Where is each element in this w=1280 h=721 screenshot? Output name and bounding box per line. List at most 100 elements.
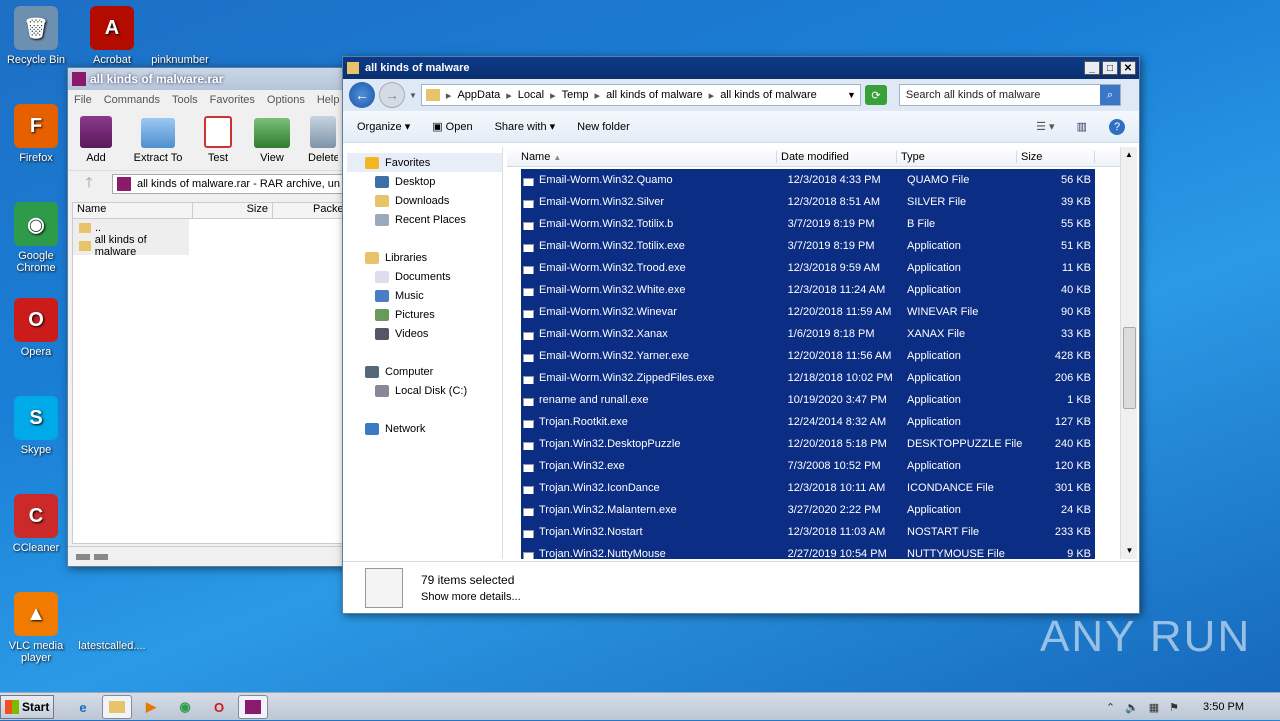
table-row[interactable]: Trojan.Rootkit.exe 12/24/2014 8:32 AM Appl… (521, 411, 1095, 433)
col-date[interactable]: Date modified (777, 150, 897, 163)
col-name[interactable]: Name (73, 203, 193, 218)
nav-recent-places[interactable]: Recent Places (347, 210, 502, 229)
open-button[interactable]: ▣ Open (432, 120, 472, 133)
table-row[interactable]: Email-Worm.Win32.Xanax 1/6/2019 8:18 PM XA… (521, 323, 1095, 345)
desktop-icon-3[interactable]: F Firefox (0, 104, 72, 164)
start-button[interactable]: Start (0, 695, 54, 719)
table-row[interactable]: Trojan.Win32.Nostart 12/3/2018 11:03 AM NO… (521, 521, 1095, 543)
desktop-icon-0[interactable]: 🗑 Recycle Bin (0, 6, 72, 66)
add-button[interactable]: Add (76, 116, 116, 164)
menu-favorites[interactable]: Favorites (210, 94, 255, 106)
close-button[interactable]: ✕ (1120, 61, 1136, 75)
table-row[interactable]: Email-Worm.Win32.ZippedFiles.exe 12/18/20… (521, 367, 1095, 389)
list-item[interactable]: all kinds of malware (73, 234, 189, 258)
col-size[interactable]: Size (193, 203, 273, 218)
nav-desktop[interactable]: Desktop (347, 172, 502, 191)
table-row[interactable]: Trojan.Win32.Malantern.exe 3/27/2020 2:22… (521, 499, 1095, 521)
nav-network[interactable]: Network (347, 419, 502, 438)
breadcrumb[interactable]: ▸ AppData ▸ Local ▸ Temp ▸ all kinds of mal… (420, 84, 861, 106)
desktop-icon-4[interactable]: ◉ Google Chrome (0, 202, 72, 274)
table-row[interactable]: Email-Worm.Win32.Totilix.exe 3/7/2019 8:1… (521, 235, 1095, 257)
clock[interactable]: 3:50 PM (1203, 701, 1244, 713)
breadcrumb-current[interactable]: all kinds of malware (720, 89, 817, 101)
refresh-button[interactable]: ⟳ (864, 85, 887, 105)
chevron-down-icon[interactable]: ▼ (847, 90, 856, 100)
desktop-icon-9[interactable]: latestcalled.... (76, 592, 148, 652)
chrome-taskbar-icon[interactable]: ◉ (170, 695, 200, 719)
organize-button[interactable]: Organize ▾ (357, 120, 410, 133)
maximize-button[interactable]: □ (1102, 61, 1118, 75)
scroll-down-arrow[interactable]: ▼ (1121, 543, 1138, 559)
desktop-icon-6[interactable]: S Skype (0, 396, 72, 456)
table-row[interactable]: Trojan.Win32.exe 7/3/2008 10:52 PM Applica… (521, 455, 1095, 477)
scroll-up-arrow[interactable]: ▲ (1121, 147, 1137, 163)
menu-commands[interactable]: Commands (104, 94, 160, 106)
menu-file[interactable]: File (74, 94, 92, 106)
menu-tools[interactable]: Tools (172, 94, 198, 106)
preview-pane-icon[interactable]: ▥ (1077, 120, 1087, 133)
network-tray-icon[interactable]: ▦ (1149, 701, 1159, 714)
search-icon[interactable]: ⌕ (1099, 85, 1120, 105)
table-row[interactable]: Email-Worm.Win32.Yarner.exe 12/20/2018 11… (521, 345, 1095, 367)
desktop-icon-8[interactable]: ▲ VLC media player (0, 592, 72, 664)
show-more-details-link[interactable]: Show more details... (421, 591, 521, 603)
media-player-icon[interactable]: ▶ (136, 695, 166, 719)
search-input[interactable]: Search all kinds of malware ⌕ (898, 84, 1121, 106)
winrar-path-field[interactable]: all kinds of malware.rar - RAR archive, … (112, 173, 356, 194)
view-button[interactable]: View (252, 118, 292, 164)
extract-to-button[interactable]: Extract To (132, 118, 184, 164)
desktop-icon-2[interactable]: pinknumber (144, 6, 216, 66)
table-row[interactable]: Email-Worm.Win32.Totilix.b 3/7/2019 8:19 … (521, 213, 1095, 235)
explorer-titlebar[interactable]: all kinds of malware _ □ ✕ (343, 57, 1139, 79)
nav-documents[interactable]: Documents (347, 267, 502, 286)
scroll-thumb[interactable] (1123, 327, 1136, 409)
scrollbar[interactable]: ▲ ▼ (1120, 147, 1137, 559)
action-center-flag-icon[interactable]: ⚑ (1169, 701, 1179, 714)
view-options-icon[interactable]: ☰ ▾ (1036, 120, 1054, 133)
delete-button[interactable]: Delete (308, 116, 338, 164)
breadcrumb-local[interactable]: Local (518, 89, 544, 101)
table-row[interactable]: Trojan.Win32.NuttyMouse 2/27/2019 10:54 P… (521, 543, 1095, 559)
volume-icon[interactable]: 🔈 (1125, 701, 1139, 714)
desktop-icon-1[interactable]: A Acrobat (76, 6, 148, 66)
nav-videos[interactable]: Videos (347, 324, 502, 343)
breadcrumb-temp[interactable]: Temp (562, 89, 589, 101)
breadcrumb-appdata[interactable]: AppData (457, 89, 500, 101)
table-row[interactable]: rename and runall.exe 10/19/2020 3:47 PM A… (521, 389, 1095, 411)
table-row[interactable]: Trojan.Win32.IconDance 12/3/2018 10:11 AM… (521, 477, 1095, 499)
winrar-window[interactable]: all kinds of malware.rar File Commands T… (67, 67, 357, 567)
test-button[interactable]: Test (200, 116, 236, 164)
show-hidden-icons[interactable]: ⌃ (1106, 701, 1115, 714)
back-button[interactable]: ← (349, 82, 375, 108)
winrar-taskbar-button[interactable] (238, 695, 268, 719)
table-row[interactable]: Email-Worm.Win32.Silver 12/3/2018 8:51 AM… (521, 191, 1095, 213)
table-row[interactable]: Trojan.Win32.DesktopPuzzle 12/20/2018 5:1… (521, 433, 1095, 455)
chevron-down-icon[interactable]: ▼ (409, 91, 417, 100)
nav-computer[interactable]: Computer (347, 362, 502, 381)
desktop-icon-5[interactable]: O Opera (0, 298, 72, 358)
col-size[interactable]: Size (1017, 150, 1095, 163)
nav-pictures[interactable]: Pictures (347, 305, 502, 324)
table-row[interactable]: Email-Worm.Win32.Trood.exe 12/3/2018 9:59… (521, 257, 1095, 279)
desktop-icon-7[interactable]: C CCleaner (0, 494, 72, 554)
help-icon[interactable]: ? (1109, 118, 1125, 135)
ie-icon[interactable]: e (68, 695, 98, 719)
share-with-button[interactable]: Share with ▾ (495, 120, 556, 133)
forward-button[interactable]: → (379, 82, 405, 108)
table-row[interactable]: Email-Worm.Win32.Quamo 12/3/2018 4:33 PM Q… (521, 169, 1095, 191)
winrar-titlebar[interactable]: all kinds of malware.rar (68, 68, 356, 90)
new-folder-button[interactable]: New folder (577, 121, 630, 133)
explorer-window[interactable]: all kinds of malware _ □ ✕ ← → ▼ ▸ AppDa… (342, 56, 1140, 614)
explorer-taskbar-button[interactable] (102, 695, 132, 719)
nav-music[interactable]: Music (347, 286, 502, 305)
table-row[interactable]: Email-Worm.Win32.White.exe 12/3/2018 11:2… (521, 279, 1095, 301)
menu-options[interactable]: Options (267, 94, 305, 106)
nav-local-disk[interactable]: Local Disk (C:) (347, 381, 502, 400)
table-row[interactable]: Email-Worm.Win32.Winevar 12/20/2018 11:59… (521, 301, 1095, 323)
up-arrow-icon[interactable]: 🡑 (74, 172, 104, 196)
menu-help[interactable]: Help (317, 94, 340, 106)
col-type[interactable]: Type (897, 150, 1017, 163)
col-name[interactable]: Name ▲ (507, 150, 777, 163)
opera-taskbar-icon[interactable]: O (204, 695, 234, 719)
nav-downloads[interactable]: Downloads (347, 191, 502, 210)
